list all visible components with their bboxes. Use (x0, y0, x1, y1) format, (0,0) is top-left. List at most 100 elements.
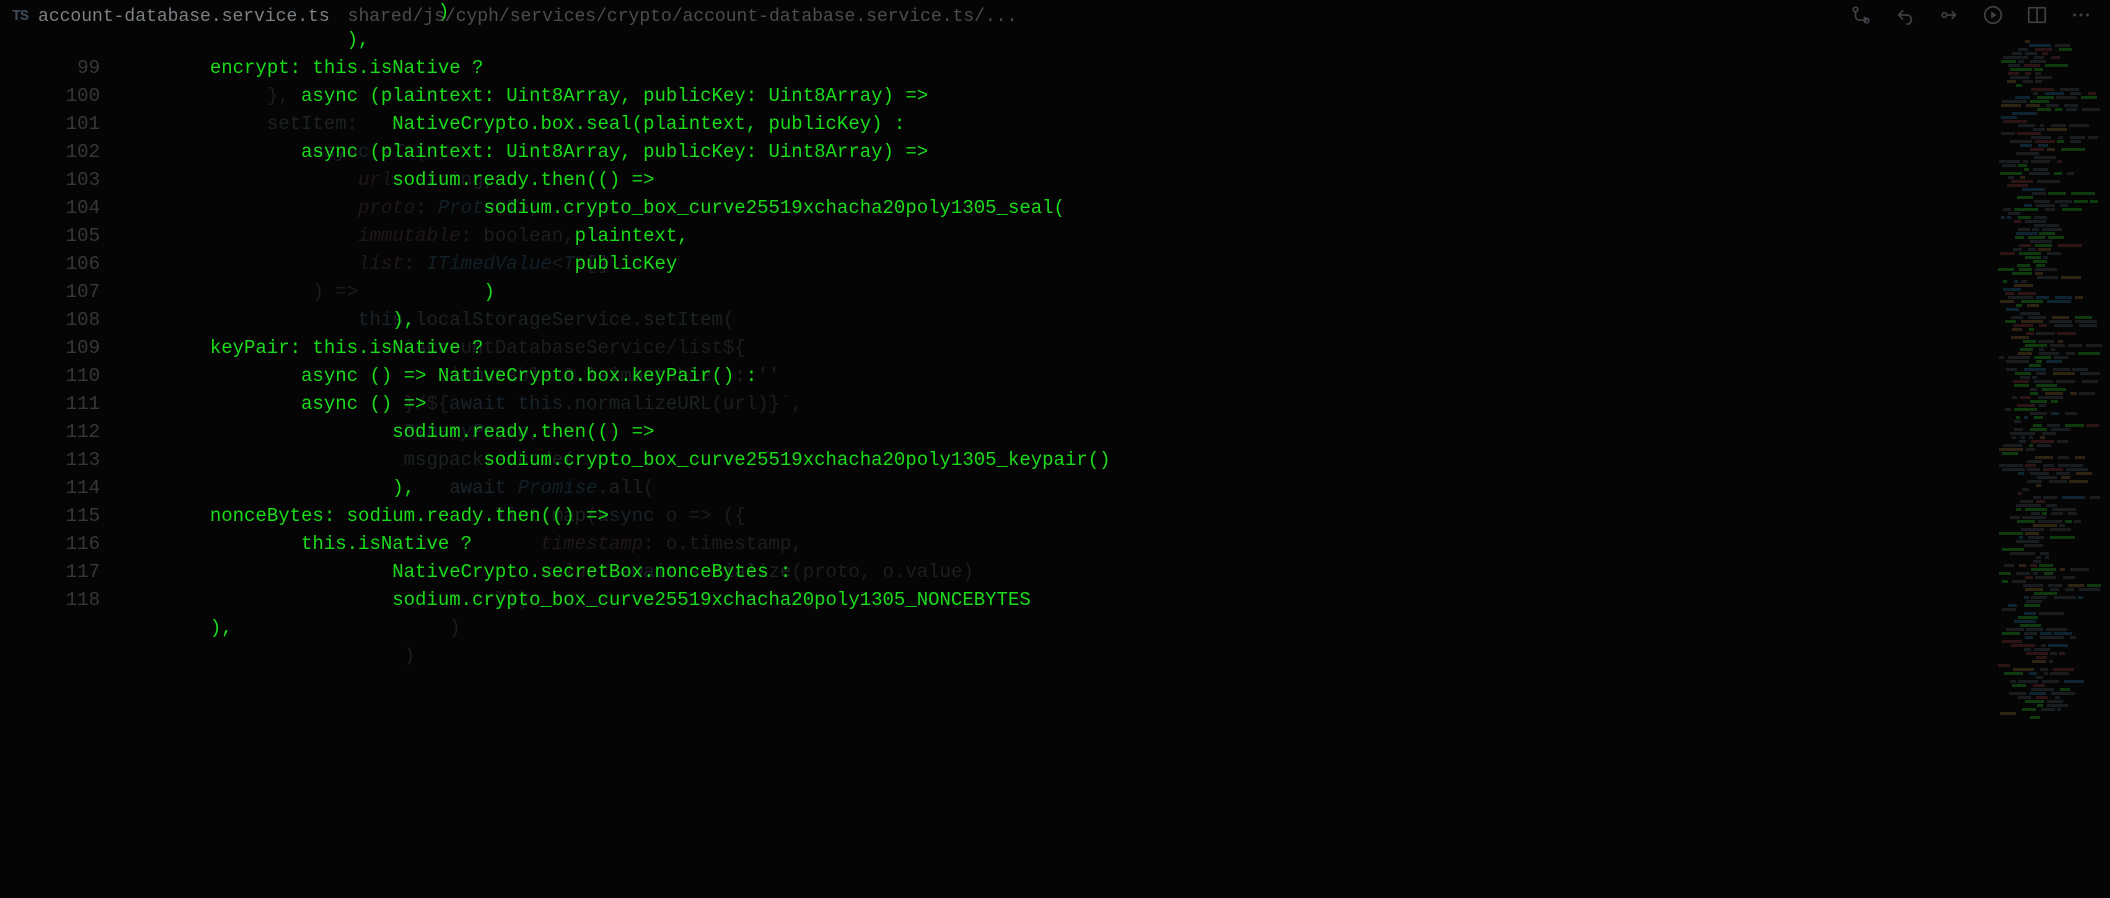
minimap-row (1994, 392, 2104, 395)
minimap-row (1994, 296, 2104, 299)
line-number: 114 (0, 474, 100, 502)
tab-filename[interactable]: account-database.service.ts (38, 3, 330, 31)
minimap-row (1994, 264, 2104, 267)
minimap-row (1994, 200, 2104, 203)
minimap-row (1994, 712, 2104, 715)
line-number: 109 (0, 334, 100, 362)
minimap-row (1994, 404, 2104, 407)
minimap-row (1994, 228, 2104, 231)
minimap-row (1994, 664, 2104, 667)
minimap-row (1994, 148, 2104, 151)
minimap-row (1994, 508, 2104, 511)
line-number: 107 (0, 278, 100, 306)
more-actions-icon[interactable] (2070, 4, 2092, 26)
minimap-row (1994, 136, 2104, 139)
minimap-row (1994, 40, 2104, 43)
minimap-row (1994, 408, 2104, 411)
minimap-row (1994, 420, 2104, 423)
foreground-overlay-code: ) ), encrypt: this.isNative ? async (pla… (130, 0, 2110, 642)
minimap-row (1994, 312, 2104, 315)
minimap-row (1994, 328, 2104, 331)
minimap-row (1994, 72, 2104, 75)
minimap-row (1994, 140, 2104, 143)
line-number: 117 (0, 558, 100, 586)
code-area[interactable]: }, setItem: async <T>( url: string, prot… (130, 34, 2110, 898)
go-to-change-icon[interactable] (1938, 4, 1960, 26)
minimap-row (1994, 400, 2104, 403)
minimap-row (1994, 292, 2104, 295)
revert-icon[interactable] (1894, 4, 1916, 26)
minimap-row (1994, 76, 2104, 79)
minimap-row (1994, 248, 2104, 251)
minimap-row (1994, 256, 2104, 259)
line-number: 110 (0, 362, 100, 390)
minimap[interactable] (1994, 40, 2104, 892)
minimap-row (1994, 500, 2104, 503)
minimap-row (1994, 316, 2104, 319)
minimap-row (1994, 580, 2104, 583)
minimap-row (1994, 196, 2104, 199)
line-number: 105 (0, 222, 100, 250)
compare-changes-icon[interactable] (1850, 4, 1872, 26)
minimap-row (1994, 372, 2104, 375)
minimap-row (1994, 684, 2104, 687)
minimap-row (1994, 144, 2104, 147)
line-number: 112 (0, 418, 100, 446)
minimap-row (1994, 612, 2104, 615)
minimap-row (1994, 152, 2104, 155)
line-number: 101 (0, 110, 100, 138)
minimap-row (1994, 608, 2104, 611)
minimap-row (1994, 156, 2104, 159)
minimap-row (1994, 300, 2104, 303)
minimap-row (1994, 528, 2104, 531)
minimap-row (1994, 272, 2104, 275)
minimap-row (1994, 280, 2104, 283)
minimap-row (1994, 216, 2104, 219)
editor-tab-bar: TS account-database.service.ts shared/js… (0, 0, 2110, 34)
line-number: 113 (0, 446, 100, 474)
minimap-row (1994, 396, 2104, 399)
minimap-row (1994, 560, 2104, 563)
minimap-row (1994, 48, 2104, 51)
minimap-row (1994, 600, 2104, 603)
minimap-row (1994, 428, 2104, 431)
breadcrumb[interactable]: shared/js/cyph/services/crypto/account-d… (348, 3, 1018, 31)
minimap-row (1994, 700, 2104, 703)
minimap-row (1994, 320, 2104, 323)
line-number: 106 (0, 250, 100, 278)
minimap-row (1994, 640, 2104, 643)
minimap-row (1994, 224, 2104, 227)
minimap-row (1994, 476, 2104, 479)
minimap-row (1994, 364, 2104, 367)
line-number: 103 (0, 166, 100, 194)
typescript-file-icon: TS (12, 3, 28, 31)
minimap-row (1994, 64, 2104, 67)
line-number: 102 (0, 138, 100, 166)
minimap-row (1994, 100, 2104, 103)
minimap-row (1994, 180, 2104, 183)
minimap-row (1994, 208, 2104, 211)
line-number-gutter: 9910010110210310410510610710810911011111… (0, 34, 130, 898)
minimap-row (1994, 68, 2104, 71)
run-icon[interactable] (1982, 4, 2004, 26)
minimap-row (1994, 56, 2104, 59)
minimap-row (1994, 540, 2104, 543)
minimap-row (1994, 632, 2104, 635)
code-editor[interactable]: 9910010110210310410510610710810911011111… (0, 34, 2110, 898)
minimap-row (1994, 556, 2104, 559)
minimap-row (1994, 588, 2104, 591)
split-editor-icon[interactable] (2026, 4, 2048, 26)
minimap-row (1994, 444, 2104, 447)
line-number: 111 (0, 390, 100, 418)
minimap-row (1994, 716, 2104, 719)
minimap-row (1994, 440, 2104, 443)
minimap-row (1994, 708, 2104, 711)
minimap-row (1994, 160, 2104, 163)
line-number: 115 (0, 502, 100, 530)
minimap-row (1994, 704, 2104, 707)
minimap-row (1994, 164, 2104, 167)
minimap-row (1994, 644, 2104, 647)
line-number: 104 (0, 194, 100, 222)
minimap-row (1994, 484, 2104, 487)
tab-action-icons (1850, 4, 2092, 26)
